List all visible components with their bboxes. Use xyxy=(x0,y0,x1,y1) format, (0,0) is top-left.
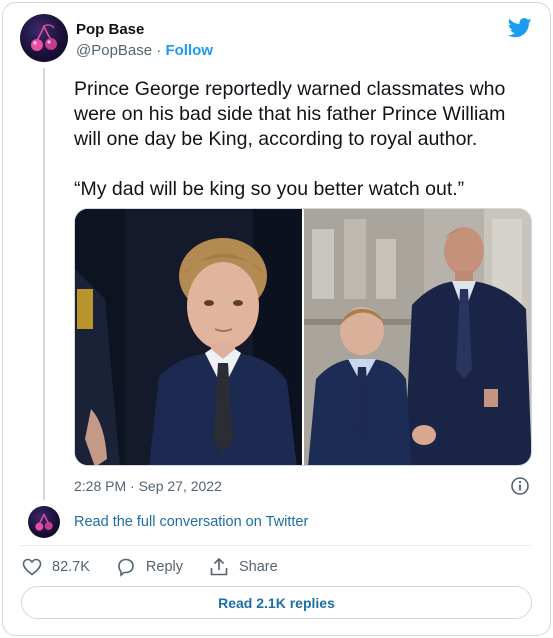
author-handle[interactable]: @PopBase xyxy=(76,42,152,59)
cherry-logo-icon xyxy=(31,24,57,51)
reply-button[interactable]: Reply xyxy=(116,557,183,577)
like-button[interactable]: 82.7K xyxy=(22,558,90,576)
tweet-paragraph: “My dad will be king so you better watch… xyxy=(74,178,465,200)
read-replies-button[interactable]: Read 2.1K replies xyxy=(21,586,532,619)
photo-right-image xyxy=(304,209,531,465)
share-button[interactable]: Share xyxy=(209,557,278,577)
author-handle-row: @PopBase · Follow xyxy=(76,42,213,59)
handle-separator: · xyxy=(156,42,162,59)
photo-prince-william[interactable] xyxy=(304,209,531,465)
follow-button[interactable]: Follow xyxy=(165,42,213,59)
thread-line xyxy=(43,68,45,500)
reply-icon xyxy=(118,558,134,577)
reply-label: Reply xyxy=(145,559,183,575)
author-avatar[interactable] xyxy=(20,14,68,62)
photo-prince-george[interactable] xyxy=(75,209,302,465)
cherry-logo-icon xyxy=(35,513,53,531)
info-icon[interactable] xyxy=(510,476,530,496)
actions-divider xyxy=(20,545,531,546)
tweet-actions: 82.7K Reply Share xyxy=(22,556,304,578)
tweet-media[interactable] xyxy=(74,208,532,466)
tweet-timestamp[interactable]: 2:28 PM · Sep 27, 2022 xyxy=(74,478,222,494)
share-icon xyxy=(210,557,228,576)
read-full-conversation-link[interactable]: Read the full conversation on Twitter xyxy=(74,514,308,530)
photo-left-image xyxy=(75,209,302,465)
author-name[interactable]: Pop Base xyxy=(76,21,144,38)
conversation-avatar[interactable] xyxy=(28,506,60,538)
share-label: Share xyxy=(238,559,278,575)
heart-icon xyxy=(22,558,42,576)
tweet-paragraph: Prince George reportedly warned classmat… xyxy=(74,78,506,150)
tweet-text: Prince George reportedly warned classmat… xyxy=(74,77,534,227)
twitter-bird-icon[interactable] xyxy=(508,18,532,38)
like-count: 82.7K xyxy=(52,559,90,575)
